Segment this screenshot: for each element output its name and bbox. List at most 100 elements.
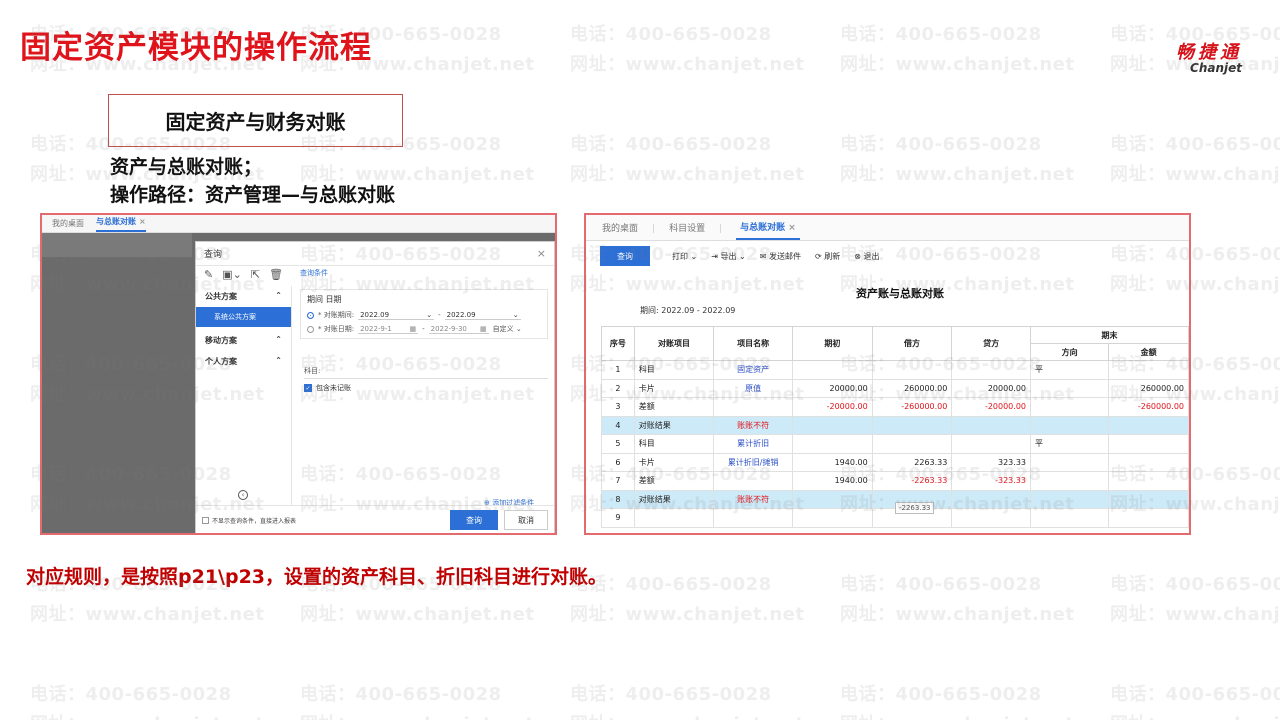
cell-item: 卡片 — [633, 452, 715, 472]
cell-opening — [792, 434, 873, 454]
table-row[interactable]: 7 差额 1940.00 -2263.33 -323.33 — [601, 471, 1189, 491]
print-button[interactable]: 打印 ⌄ — [672, 251, 697, 262]
edit-icon[interactable]: ✎ — [204, 268, 213, 281]
delete-icon[interactable]: 🗑 — [269, 268, 283, 281]
subject-label: 科目: — [304, 367, 321, 375]
slide-title: 固定资产模块的操作流程 — [20, 30, 372, 66]
query-button[interactable]: 查询 — [600, 246, 650, 266]
cell-amount — [1108, 471, 1189, 491]
scheme-system-public[interactable]: 系统公共方案 — [196, 307, 291, 327]
watermark-site: 网址：www.chanjet.net — [1110, 710, 1280, 720]
include-unposted-checkbox[interactable]: ✓ — [304, 384, 312, 392]
email-button[interactable]: ✉ 发送邮件 — [760, 251, 801, 262]
cell-seq: 1 — [601, 360, 635, 380]
col-item: 对账项目 — [633, 326, 715, 361]
date-from-input[interactable]: 2022-9-1 ▦ — [358, 324, 419, 334]
include-unposted-row: ✓ 包含未记账 — [304, 383, 351, 393]
scheme-public[interactable]: 公共方案 ⌃ — [196, 286, 291, 307]
cell-name: 原值 — [713, 378, 794, 398]
cell-opening: 1940.00 — [792, 471, 873, 491]
cell-opening: -20000.00 — [792, 397, 873, 417]
watermark-site: 网址：www.chanjet.net — [840, 164, 1075, 185]
table-row[interactable]: 2 卡片 原值 20000.00 260000.00 20000.00 260000.00 — [601, 378, 1189, 398]
cell-item: 卡片 — [633, 378, 715, 398]
cell-direction — [1029, 378, 1110, 398]
query-conditions-link[interactable]: 查询条件 — [300, 268, 550, 278]
tab-my-desktop[interactable]: 我的桌面 — [52, 218, 84, 232]
table-row[interactable]: 3 差额 -20000.00 -260000.00 -20000.00 -260000.0… — [601, 397, 1189, 417]
cell-credit — [951, 508, 1031, 528]
cell-credit: -20000.00 — [951, 397, 1031, 417]
cell-name: 固定资产 — [713, 360, 794, 380]
col-direction: 方向 — [1029, 343, 1110, 361]
exit-label: 退出 — [863, 251, 880, 261]
cell-opening: 20000.00 — [792, 378, 873, 398]
period-from-select[interactable]: 2022.09 ⌄ — [358, 310, 435, 320]
tab-my-desktop[interactable]: 我的桌面 — [602, 221, 638, 240]
watermark-site: 网址：www.chanjet.net — [300, 710, 534, 720]
watermark-site: 网址：www.chanjet.net — [1110, 164, 1280, 185]
cell-opening — [792, 415, 873, 435]
table-row[interactable]: 5 科目 累计折旧 平 — [601, 434, 1189, 454]
watermark-site: 网址：www.chanjet.net — [570, 164, 805, 185]
description: 资产与总账对账； 操作路径：资产管理—与总账对账 — [110, 153, 395, 209]
select-value: 2022.09 — [446, 310, 476, 319]
cell-direction — [1029, 471, 1110, 491]
watermark-site: 网址：www.chanjet.net — [840, 710, 1074, 720]
overlay-stripe — [42, 233, 192, 257]
period-radio[interactable] — [307, 311, 314, 319]
date-radio[interactable] — [307, 325, 314, 333]
cell-credit: -323.33 — [951, 471, 1031, 491]
refresh-button[interactable]: ⟳ 刷新 — [815, 251, 840, 262]
cell-name — [713, 471, 794, 491]
cell-debit: 260000.00 — [871, 378, 953, 398]
close-icon[interactable]: × — [139, 217, 146, 226]
cell-direction — [1029, 397, 1110, 417]
watermark-phone: 电话：400-665-0028 — [840, 574, 1042, 595]
custom-select[interactable]: 自定义 ⌄ — [493, 324, 522, 334]
exit-button[interactable]: ⊗ 退出 — [854, 251, 879, 262]
table-row[interactable]: 6 卡片 累计折旧/摊销 1940.00 2263.33 323.33 — [601, 452, 1189, 472]
cell-opening: 1940.00 — [792, 452, 873, 472]
scheme-label: 公共方案 — [205, 292, 237, 301]
tab-separator: | — [719, 224, 723, 234]
period-to-select[interactable]: 2022.09 ⌄ — [444, 310, 521, 320]
save-icon[interactable]: ▣⌄ — [222, 268, 242, 281]
export-button[interactable]: ⇥ 导出 ⌄ — [711, 251, 746, 262]
calendar-icon: ▦ — [409, 324, 417, 333]
skip-conditions-checkbox[interactable] — [202, 517, 209, 524]
close-icon[interactable]: × — [537, 247, 546, 260]
tab-bar: 我的桌面 | 科目设置 | 与总账对账 × — [586, 215, 1189, 241]
cell-amount — [1108, 415, 1189, 435]
period-title: 期间 日期 — [307, 295, 342, 304]
cell-seq: 4 — [601, 415, 635, 435]
rule-text: 对应规则，是按照p21\p23，设置的资产科目、折旧科目进行对账。 — [26, 566, 608, 588]
query-button[interactable]: 查询 — [450, 510, 498, 530]
subject-input[interactable] — [304, 378, 548, 379]
include-unposted-label: 包含未记账 — [316, 384, 351, 392]
cell-name: 账账不符 — [713, 415, 794, 435]
chevron-down-icon: ⌄ — [426, 310, 433, 319]
close-icon[interactable]: × — [788, 223, 796, 233]
chevron-up-icon: ⌃ — [275, 335, 282, 344]
cell-credit — [951, 360, 1031, 380]
scheme-personal[interactable]: 个人方案 ⌃ — [196, 351, 291, 372]
cancel-button[interactable]: 取消 — [504, 510, 548, 530]
scheme-mobile[interactable]: 移动方案 ⌃ — [196, 330, 291, 351]
date-to-input[interactable]: 2022-9-30 ▦ — [428, 325, 489, 334]
tab-subject-settings[interactable]: 科目设置 — [669, 221, 705, 240]
cell-seq: 3 — [601, 397, 635, 417]
dialog-toolbar: ✎ ▣⌄ ⇱ 🗑 — [204, 268, 283, 281]
col-seq: 序号 — [601, 326, 635, 361]
tab-gl-reconcile[interactable]: 与总账对账 × — [736, 220, 800, 240]
table-row[interactable]: 1 科目 固定资产 平 — [601, 360, 1189, 380]
watermark-site: 网址：www.chanjet.net — [570, 54, 805, 75]
export-icon[interactable]: ⇱ — [251, 268, 260, 281]
table-row[interactable]: 4 对账结果 账账不符 — [601, 415, 1189, 435]
watermark-phone: 电话：400-665-0028 — [300, 684, 502, 705]
tab-gl-reconcile[interactable]: 与总账对账 × — [96, 216, 146, 232]
range-dash: - — [438, 311, 441, 319]
cell-direction: 平 — [1029, 434, 1110, 454]
collapse-icon[interactable]: ‹ — [238, 490, 248, 500]
chevron-up-icon: ⌃ — [275, 291, 282, 300]
